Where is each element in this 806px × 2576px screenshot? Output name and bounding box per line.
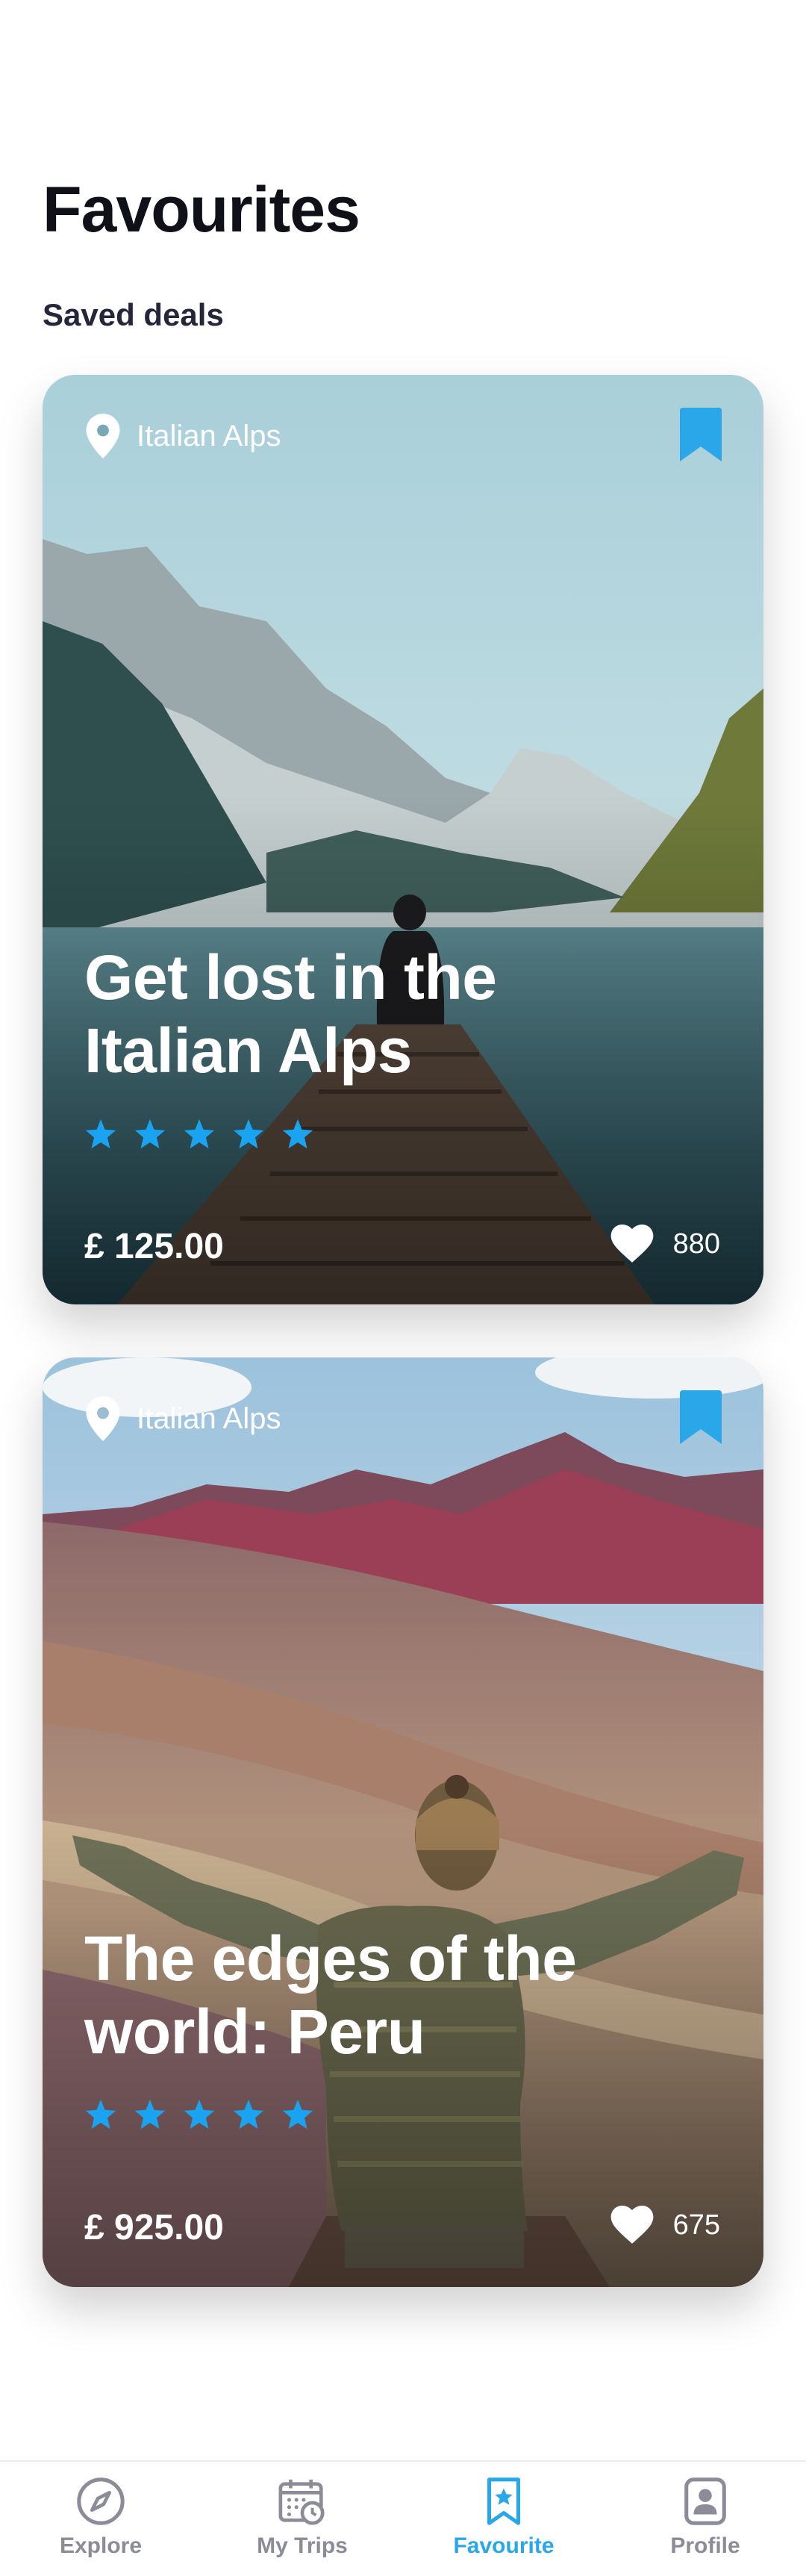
tab-label: Explore: [59, 2533, 143, 2558]
map-pin-icon: [86, 414, 120, 458]
bottom-tab-bar: Explore My Trips Favourite Profile: [0, 2460, 806, 2576]
bookmark-star-icon: [487, 2477, 520, 2525]
section-title: Saved deals: [43, 297, 224, 332]
tab-explore[interactable]: Explore: [0, 2462, 202, 2576]
heart-icon[interactable]: [610, 1225, 654, 1263]
rating-stars: [84, 2098, 314, 2131]
bookmark-icon[interactable]: [680, 408, 722, 461]
location: Italian Alps: [86, 1396, 281, 1441]
calendar-clock-icon: [278, 2479, 325, 2525]
heart-icon[interactable]: [610, 2206, 654, 2244]
star-icon: [85, 1119, 116, 1149]
deal-image: [43, 375, 763, 1304]
page-header: Favourites: [43, 173, 360, 247]
tab-label: Favourite: [453, 2533, 554, 2558]
like-count: 880: [672, 1228, 720, 1260]
like-control[interactable]: 675: [610, 2206, 720, 2244]
star-icon: [184, 2099, 215, 2129]
location-label: Italian Alps: [137, 1401, 281, 1435]
bookmark-icon[interactable]: [680, 1390, 722, 1444]
rating-stars: [84, 1118, 314, 1151]
star-icon: [134, 1119, 166, 1149]
deal-image: [43, 1357, 763, 2287]
deal-price: £ 925.00: [84, 2208, 224, 2247]
map-pin-icon: [86, 1396, 120, 1441]
star-icon: [233, 1119, 264, 1149]
tab-label: My Trips: [257, 2533, 348, 2558]
star-icon: [85, 2099, 116, 2129]
deal-title: The edges of the world: Peru: [84, 1923, 577, 2067]
star-icon: [282, 1119, 313, 1149]
deal-card[interactable]: Italian Alps The edges of the world: Per…: [43, 1357, 763, 2287]
tab-label: Profile: [670, 2533, 740, 2558]
tab-profile[interactable]: Profile: [604, 2462, 806, 2576]
like-control[interactable]: 880: [610, 1225, 720, 1263]
location: Italian Alps: [86, 414, 281, 458]
star-icon: [282, 2099, 313, 2129]
location-label: Italian Alps: [137, 419, 281, 452]
tab-my-trips[interactable]: My Trips: [202, 2462, 403, 2576]
compass-icon: [77, 2477, 125, 2525]
deal-card[interactable]: Italian Alps Get lost in the Italian Alp…: [43, 375, 763, 1304]
tab-favourite[interactable]: Favourite: [403, 2462, 604, 2576]
page-title: Favourites: [43, 174, 360, 246]
star-icon: [233, 2099, 264, 2129]
deal-title: Get lost in the Italian Alps: [84, 942, 497, 1086]
star-icon: [184, 1119, 215, 1149]
like-count: 675: [672, 2209, 720, 2241]
star-icon: [134, 2099, 166, 2129]
profile-icon: [684, 2477, 726, 2525]
deal-price: £ 125.00: [84, 1227, 224, 1266]
